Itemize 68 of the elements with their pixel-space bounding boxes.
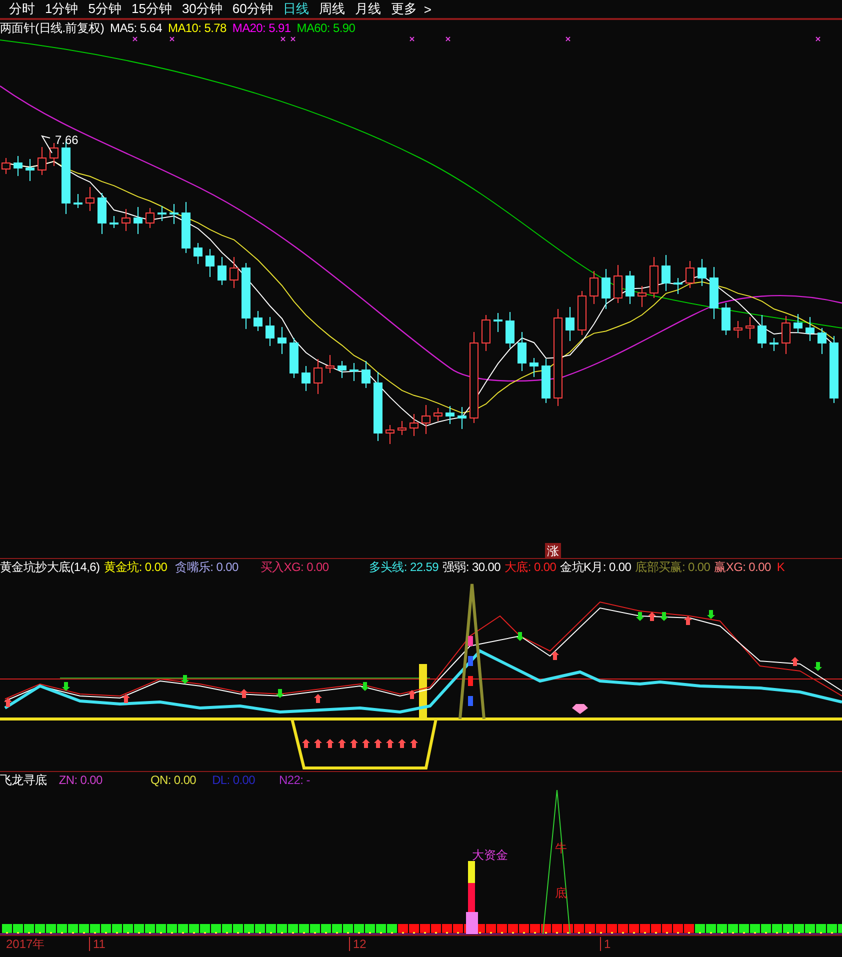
legend-value: K [776,560,785,574]
cross-mark-icon [816,36,820,42]
legend-value: 底部买赢: 0.00 [635,558,710,576]
legend-value: N22: - [279,773,310,787]
down-arrow-icon [516,632,524,641]
legend-value: 黄金坑: 0.00 [104,558,168,576]
legend-value: QN: 0.00 [150,773,196,787]
cross-mark-icon [446,36,450,42]
cross-mark-icon [410,36,414,42]
up-arrow-icon [4,698,12,707]
up-arrow-icon [551,651,559,660]
up-arrow-icon [791,657,799,666]
legend-value: 赢XG: 0.00 [714,558,771,576]
indicator-title: 黄金坑抄大底(14,6) [0,558,100,576]
period-tab[interactable]: 1分钟 [40,0,84,18]
legend-value: 买入XG: 0.00 [260,558,329,576]
period-tab[interactable]: 分时 [4,0,40,18]
period-tab[interactable]: 30分钟 [176,0,228,18]
down-arrow-icon [636,612,644,621]
up-arrow-icon [648,612,656,621]
legend-value: 贪嘴乐: 0.00 [175,558,238,576]
up-arrow-icon [240,689,248,698]
down-arrow-icon [181,675,189,684]
down-arrow-icon [276,689,284,698]
up-arrow-icon [684,616,692,625]
legend-value: 金坑K月: 0.00 [560,558,632,576]
down-arrow-icon [707,610,715,619]
legend-value: DL: 0.00 [212,773,256,787]
period-tab[interactable]: 5分钟 [83,0,126,18]
up-arrow-icon [408,690,416,699]
axis-date-label: 12 [349,937,366,951]
indicator-title: 两面针(日线.前复权) [0,20,104,36]
cross-mark-icon [170,36,174,42]
cross-mark-icon [566,36,570,42]
legend-value: 大底: 0.00 [504,558,556,576]
period-tab[interactable]: 60分钟 [227,0,278,18]
period-tab[interactable]: 月线 [350,0,386,18]
cross-mark-icon [132,36,138,42]
axis-date-label: 1 [600,937,611,951]
legend-value: MA5: 5.64 [110,21,162,35]
more-arrow[interactable]: > [424,2,432,16]
up-arrow-icon [314,694,322,703]
signal-blocks [468,636,473,706]
diamond-icon [572,704,588,714]
period-tab[interactable]: 15分钟 [126,0,177,18]
cross-mark-icon [290,36,296,42]
legend-value: MA60: 5.90 [296,21,356,35]
legend-value: MA20: 5.91 [232,21,291,35]
down-arrow-icon [660,612,668,621]
axis-date-label: 2017年 [5,937,45,951]
down-arrow-icon [62,682,70,691]
period-tab[interactable]: 更多 [386,0,422,18]
leader-line [40,135,52,154]
legend-value: 多头线: 22.59 [368,558,438,576]
down-arrow-icon [361,682,369,691]
signal-label: 大资金 [472,848,508,862]
up-arrow-icon [122,694,130,703]
period-tab[interactable]: 日线 [278,0,314,18]
legend-value: 强弱: 30.00 [442,558,500,576]
cross-mark-icon [280,36,286,42]
period-tab[interactable]: 周线 [314,0,350,18]
down-arrow-icon [814,662,822,671]
legend-value: ZN: 0.00 [58,773,102,787]
axis-date-label: 11 [89,937,106,951]
indicator-title: 飞龙寻底 [0,772,47,788]
legend-value: MA10: 5.78 [168,21,226,35]
rise-badge: 涨 [545,543,561,558]
price-high-label: 7.66 [55,133,78,147]
